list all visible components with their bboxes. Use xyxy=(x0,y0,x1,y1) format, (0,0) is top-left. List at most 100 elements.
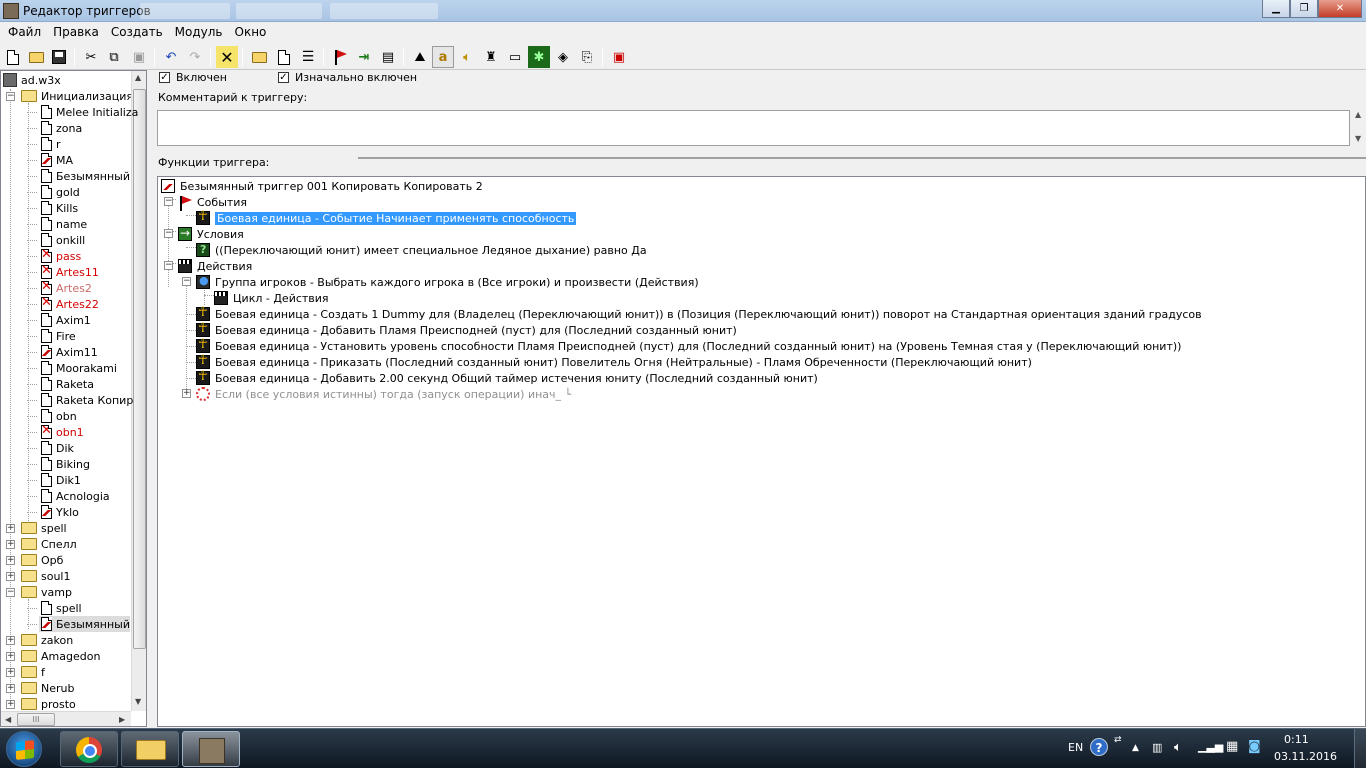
tray-app-icon[interactable]: ◙ xyxy=(1248,739,1261,754)
cut-icon[interactable]: ✂ xyxy=(80,46,102,68)
trigger-item[interactable]: Безымянный xyxy=(39,616,130,632)
collapse-toggle[interactable]: − xyxy=(164,197,173,206)
loop-actions-node[interactable]: Цикл - Действия xyxy=(214,290,329,306)
expand-toggle[interactable]: + xyxy=(182,389,191,398)
trigger-item[interactable]: Artes22 xyxy=(39,295,99,312)
trigger-item[interactable]: Moorakami xyxy=(39,360,117,376)
action-if-then-else[interactable]: Если (все условия истинны) тогда (запуск… xyxy=(196,386,571,402)
new-category-icon[interactable] xyxy=(248,46,270,68)
collapse-toggle[interactable]: − xyxy=(164,229,173,238)
save-icon[interactable] xyxy=(48,46,70,68)
folder-item[interactable]: Орб xyxy=(21,552,63,568)
event-item[interactable]: Боевая единица - Событие Начинает примен… xyxy=(196,209,577,226)
new-trigger-icon[interactable] xyxy=(273,46,295,68)
scroll-thumb[interactable] xyxy=(133,89,146,649)
folder-item[interactable]: Amagedon xyxy=(21,648,100,664)
folder-item[interactable]: zakon xyxy=(21,632,73,648)
paste-icon[interactable]: ▣ xyxy=(128,46,150,68)
trigger-item[interactable]: Kills xyxy=(39,200,78,216)
copy-icon[interactable]: ⧉ xyxy=(103,46,125,68)
tree-root-map[interactable]: ad.w3x xyxy=(3,72,61,88)
menu-file[interactable]: Файл xyxy=(2,25,47,39)
condition-item[interactable]: ((Переключающий юнит) имеет специальное … xyxy=(196,242,647,258)
new-icon[interactable] xyxy=(2,46,24,68)
test-map-icon[interactable]: ▣ xyxy=(608,46,630,68)
show-desktop-button[interactable] xyxy=(1354,729,1366,768)
trigger-editor-icon[interactable]: a xyxy=(432,46,454,68)
trigger-item[interactable]: zona xyxy=(39,120,82,136)
scroll-up-icon[interactable]: ▲ xyxy=(1355,110,1361,119)
collapse-toggle[interactable]: − xyxy=(164,261,173,270)
redo-icon[interactable]: ↷ xyxy=(184,46,206,68)
action-player-group[interactable]: Группа игроков - Выбрать каждого игрока … xyxy=(196,274,699,290)
action-item[interactable]: Боевая единица - Установить уровень спос… xyxy=(196,337,1181,354)
folder-vamp[interactable]: vamp xyxy=(21,584,72,600)
trigger-item[interactable]: Yklo xyxy=(39,504,79,520)
comment-scrollbar[interactable]: ▲ ▼ xyxy=(1352,110,1366,146)
maximize-button[interactable]: ❐ xyxy=(1290,0,1318,18)
scroll-down-icon[interactable]: ▼ xyxy=(135,697,141,706)
terrain-editor-icon[interactable]: ⛰ xyxy=(409,46,431,68)
conditions-node[interactable]: Условия xyxy=(178,226,244,242)
new-event-icon[interactable] xyxy=(329,46,351,68)
start-button[interactable] xyxy=(6,731,42,767)
collapse-toggle[interactable]: − xyxy=(182,277,191,286)
signal-icon[interactable]: ▁▃▅ xyxy=(1198,740,1223,753)
scroll-left-icon[interactable]: ◀ xyxy=(5,715,11,724)
campaign-editor-icon[interactable]: ▭ xyxy=(504,46,526,68)
trigger-item[interactable]: Безымянный xyxy=(39,168,130,184)
trigger-item[interactable]: Melee Initializa xyxy=(39,104,138,120)
events-node[interactable]: События xyxy=(178,194,247,211)
trigger-item[interactable]: Raketa Копир xyxy=(39,392,133,408)
scroll-down-icon[interactable]: ▼ xyxy=(1355,134,1361,143)
expand-toggle[interactable]: + xyxy=(6,668,15,677)
trigger-item[interactable]: Dik1 xyxy=(39,472,81,488)
import-manager-icon[interactable]: ⎘ xyxy=(576,46,598,68)
scroll-thumb[interactable]: III xyxy=(17,713,55,726)
expand-toggle[interactable]: + xyxy=(6,636,15,645)
checkbox-box[interactable]: ✓ xyxy=(278,72,289,83)
actions-node[interactable]: Действия xyxy=(178,258,252,274)
expand-toggle[interactable]: + xyxy=(6,540,15,549)
expand-toggle[interactable]: + xyxy=(6,572,15,581)
checkbox-box[interactable]: ✓ xyxy=(159,72,170,83)
splitter[interactable] xyxy=(358,157,1366,159)
taskbar-chrome[interactable] xyxy=(60,731,118,767)
close-button[interactable]: ✕ xyxy=(1318,0,1362,18)
action-item[interactable]: Боевая единица - Добавить Пламя Преиспод… xyxy=(196,321,737,338)
clock-time[interactable]: 0:11 xyxy=(1284,733,1309,746)
object-manager-icon[interactable]: ◈ xyxy=(552,46,574,68)
taskbar-explorer[interactable] xyxy=(121,731,179,767)
help-icon[interactable]: ? xyxy=(1090,738,1108,756)
trigger-item[interactable]: Raketa xyxy=(39,376,94,392)
menu-create[interactable]: Создать xyxy=(105,25,169,39)
folder-item[interactable]: Спелл xyxy=(21,536,77,552)
trigger-item[interactable]: MA xyxy=(39,152,73,168)
trigger-item[interactable]: Artes2 xyxy=(39,279,92,296)
new-action-icon[interactable]: ▤ xyxy=(377,46,399,68)
taskbar-world-editor[interactable] xyxy=(182,731,240,767)
language-indicator[interactable]: EN xyxy=(1068,741,1083,754)
language-bar-icon[interactable]: ⇄ xyxy=(1114,735,1122,745)
trigger-item[interactable]: spell xyxy=(39,600,82,616)
object-editor-icon[interactable]: ♜ xyxy=(480,46,502,68)
trigger-root[interactable]: Безымянный триггер 001 Копировать Копиро… xyxy=(161,178,483,194)
minimize-button[interactable]: ▁ xyxy=(1262,0,1290,18)
network-device-icon[interactable]: ▥ xyxy=(1152,741,1162,754)
trigger-item[interactable]: gold xyxy=(39,184,80,200)
tree-vertical-scrollbar[interactable]: ▲ ▼ xyxy=(131,71,146,711)
action-item[interactable]: Боевая единица - Создать 1 Dummy для (Вл… xyxy=(196,305,1202,322)
trigger-item[interactable]: Acnologia xyxy=(39,488,110,504)
trigger-item[interactable]: pass xyxy=(39,247,81,264)
new-comment-icon[interactable]: ☰ xyxy=(297,46,319,68)
trigger-item[interactable]: Dik xyxy=(39,440,74,456)
folder-item[interactable]: f xyxy=(21,664,45,680)
new-condition-icon[interactable]: ⇥ xyxy=(353,46,375,68)
trigger-item[interactable]: r xyxy=(39,136,61,152)
ai-editor-icon[interactable]: ✱ xyxy=(528,46,550,68)
menu-edit[interactable]: Правка xyxy=(47,25,105,39)
trigger-item[interactable]: name xyxy=(39,216,87,232)
tray-expand-icon[interactable]: ▲ xyxy=(1132,743,1139,753)
enabled-checkbox[interactable]: ✓ Включен xyxy=(159,71,227,84)
trigger-item[interactable]: Artes11 xyxy=(39,263,99,280)
